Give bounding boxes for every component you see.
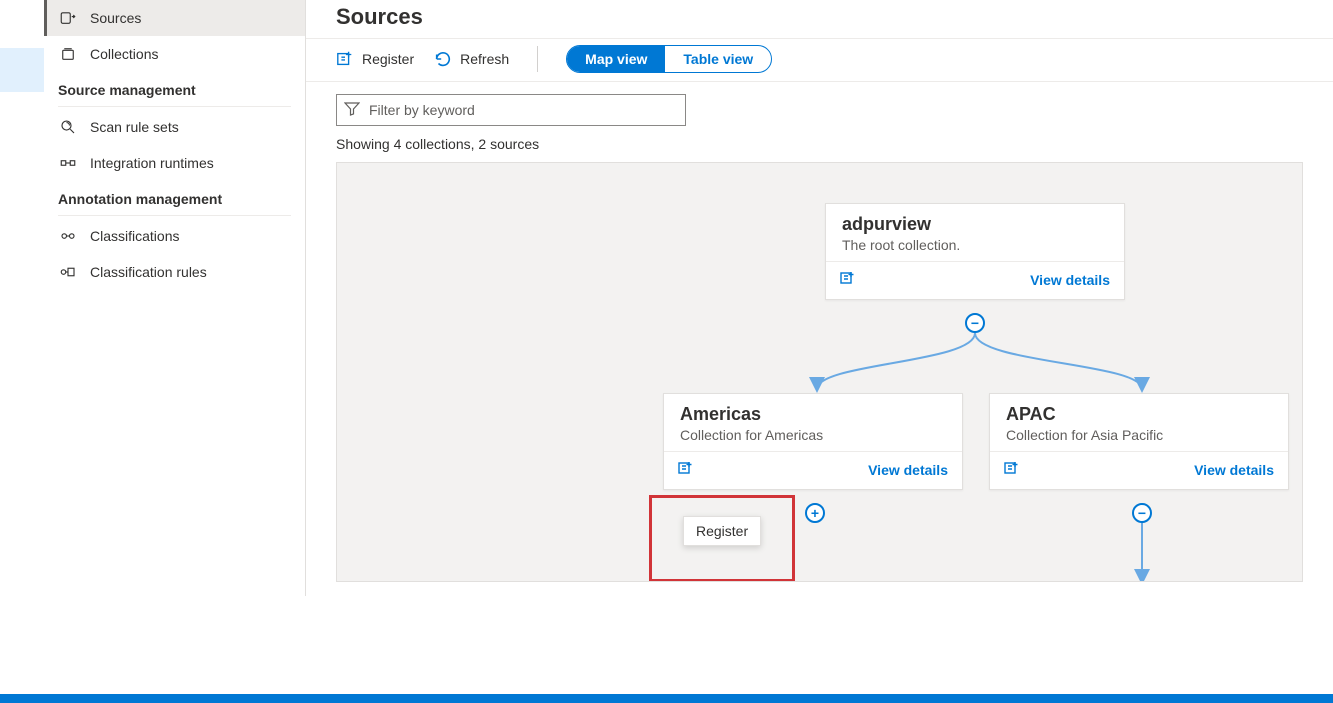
map-view-tab[interactable]: Map view [567,46,665,72]
register-icon [336,50,354,68]
divider [537,46,538,72]
grid-plus-icon [678,460,694,479]
collapse-toggle-apac[interactable]: − [1132,503,1152,523]
classifications-icon [58,226,78,246]
nav-rail: ? [0,0,44,596]
refresh-button[interactable]: Refresh [434,50,509,68]
sidebar-item-label: Scan rule sets [90,119,179,135]
page-title: Sources [306,0,1333,38]
sidebar-header-source-mgmt: Source management [44,72,305,104]
card-title: Americas [680,404,946,425]
map-canvas[interactable]: adpurview The root collection. View deta… [336,162,1303,582]
view-details-link[interactable]: View details [868,462,948,478]
sidebar-item-classifications[interactable]: Classifications [44,218,305,254]
toolbar: Register Refresh Map view Table view [306,38,1333,82]
card-title: APAC [1006,404,1272,425]
refresh-icon [434,50,452,68]
view-details-link[interactable]: View details [1194,462,1274,478]
rail-item-data-catalog[interactable] [0,0,44,44]
sidebar-header-annotation: Annotation management [44,181,305,213]
rail-item-insights[interactable]: ? [0,96,44,140]
card-desc: The root collection. [842,237,1108,253]
rail-item-management[interactable] [0,144,44,188]
filter-keyword [336,94,686,126]
sidebar-item-classification-rules[interactable]: Classification rules [44,254,305,290]
collection-card-root: adpurview The root collection. View deta… [825,203,1125,300]
sidebar-item-scan-rule-sets[interactable]: Scan rule sets [44,109,305,145]
sidebar-item-collections[interactable]: Collections [44,36,305,72]
sources-icon [58,8,78,28]
card-register-button[interactable] [1004,460,1020,479]
collection-card-americas: Americas Collection for Americas View de… [663,393,963,490]
sidebar-item-label: Classifications [90,228,179,244]
grid-plus-icon [840,270,856,289]
sidebar-item-label: Collections [90,46,158,62]
sidebar-item-sources[interactable]: Sources [44,0,305,36]
card-desc: Collection for Asia Pacific [1006,427,1272,443]
integration-icon [58,153,78,173]
collection-card-apac: APAC Collection for Asia Pacific View de… [989,393,1289,490]
grid-plus-icon [1004,460,1020,479]
refresh-label: Refresh [460,51,509,67]
filter-icon [344,101,360,120]
collapse-toggle-root[interactable]: − [965,313,985,333]
sidebar-item-label: Sources [90,10,141,26]
card-register-button[interactable] [678,460,694,479]
filter-input[interactable] [336,94,686,126]
view-toggle: Map view Table view [566,45,772,73]
collections-icon [58,44,78,64]
footer-bar [0,694,1333,703]
expand-toggle-americas[interactable]: + [805,503,825,523]
view-details-link[interactable]: View details [1030,272,1110,288]
card-title: adpurview [842,214,1108,235]
scan-rule-icon [58,117,78,137]
table-view-tab[interactable]: Table view [665,46,771,72]
classification-rules-icon [58,262,78,282]
sidebar: Sources Collections Source management Sc… [44,0,306,596]
annotation-highlight [649,495,795,582]
sidebar-item-integration-runtimes[interactable]: Integration runtimes [44,145,305,181]
main: Sources Register Refresh Map view Table … [306,0,1333,596]
result-count: Showing 4 collections, 2 sources [306,130,1333,162]
register-button[interactable]: Register [336,50,414,68]
card-desc: Collection for Americas [680,427,946,443]
card-register-button[interactable] [840,270,856,289]
rail-item-data-map[interactable] [0,48,44,92]
register-label: Register [362,51,414,67]
sidebar-item-label: Integration runtimes [90,155,214,171]
sidebar-item-label: Classification rules [90,264,207,280]
